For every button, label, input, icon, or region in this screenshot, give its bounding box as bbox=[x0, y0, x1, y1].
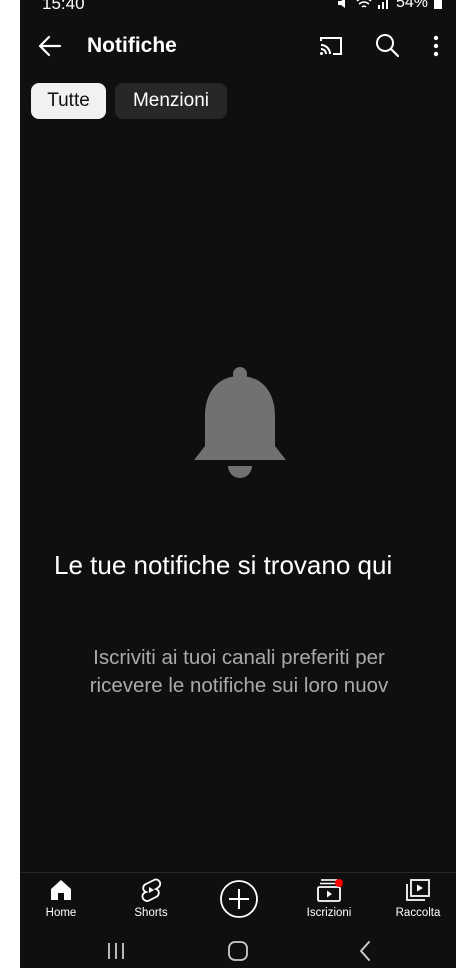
nav-library-label: Raccolta bbox=[395, 907, 441, 919]
more-vertical-icon[interactable] bbox=[428, 32, 444, 60]
add-circle-icon bbox=[220, 880, 258, 918]
bell-icon bbox=[194, 367, 286, 478]
bottom-navigation: Home Shorts Iscrizioni Raccolta bbox=[20, 872, 456, 930]
system-back-icon[interactable] bbox=[354, 940, 378, 962]
shorts-icon bbox=[141, 878, 162, 902]
filter-chips: Tutte Menzioni bbox=[31, 83, 227, 119]
nav-subscriptions[interactable]: Iscrizioni bbox=[289, 877, 369, 929]
nav-shorts[interactable]: Shorts bbox=[111, 877, 191, 929]
battery-icon bbox=[434, 0, 442, 9]
search-icon[interactable] bbox=[374, 32, 400, 58]
empty-state-subtitle: Iscriviti ai tuoi canali preferiti per r… bbox=[89, 646, 389, 697]
nav-shorts-label: Shorts bbox=[134, 907, 168, 919]
signal-icon bbox=[377, 0, 388, 9]
top-app-bar: Notifiche bbox=[20, 22, 456, 70]
library-icon bbox=[406, 879, 430, 901]
recent-apps-icon[interactable] bbox=[104, 940, 128, 962]
nav-library[interactable]: Raccolta bbox=[378, 877, 456, 929]
nav-home-label: Home bbox=[45, 907, 77, 919]
cast-icon[interactable] bbox=[318, 33, 344, 59]
chip-mentions[interactable]: Menzioni bbox=[115, 83, 227, 119]
wifi-icon bbox=[356, 0, 372, 8]
status-bar: 15:40 54% bbox=[20, 0, 456, 14]
notification-dot bbox=[335, 879, 343, 887]
app-screen: 15:40 54% Notifiche Tutte Menzioni Le tu… bbox=[20, 0, 456, 968]
mute-icon bbox=[337, 0, 345, 8]
status-time: 15:40 bbox=[42, 0, 85, 13]
status-indicators: 54% bbox=[336, 0, 442, 12]
chip-all[interactable]: Tutte bbox=[31, 83, 106, 119]
home-icon bbox=[51, 880, 71, 900]
empty-state-title: Le tue notifiche si trovano qui bbox=[54, 550, 393, 580]
nav-subscriptions-label: Iscrizioni bbox=[306, 907, 352, 919]
system-navigation-bar bbox=[20, 930, 456, 968]
nav-create[interactable] bbox=[199, 879, 279, 931]
system-home-icon[interactable] bbox=[226, 940, 250, 962]
arrow-left-icon[interactable] bbox=[36, 32, 64, 60]
page-title: Notifiche bbox=[87, 34, 177, 57]
nav-home[interactable]: Home bbox=[21, 877, 101, 929]
battery-level: 54% bbox=[395, 0, 428, 11]
